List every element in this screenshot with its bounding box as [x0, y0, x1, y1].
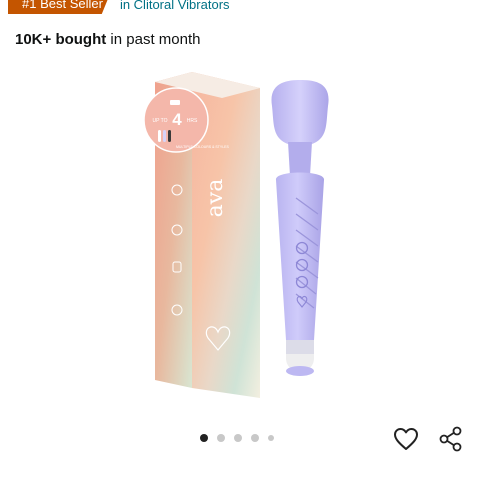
sticker-hours-unit: HRS	[187, 118, 198, 124]
heart-icon	[394, 428, 418, 450]
bought-count: 10K+ bought	[15, 31, 107, 48]
favorite-button[interactable]	[393, 426, 419, 452]
share-button[interactable]	[438, 426, 464, 452]
box-brand-text: ava	[203, 179, 228, 218]
sticker-note: MULTIPLE COLOURS & STYLES	[176, 145, 230, 149]
bought-period: in past month	[106, 31, 201, 48]
best-seller-badge: #1 Best Seller	[8, 0, 110, 14]
carousel-dot[interactable]	[234, 434, 242, 442]
image-carousel-dots	[200, 434, 274, 442]
best-seller-category-link[interactable]: in Clitoral Vibrators	[120, 0, 230, 12]
share-icon	[439, 426, 462, 452]
sticker-up-to: UP TO	[152, 118, 167, 124]
carousel-dot[interactable]	[200, 434, 208, 442]
bought-in-past-month: 10K+ bought in past month	[15, 31, 200, 48]
best-seller-row: #1 Best Seller in Clitoral Vibrators	[0, 0, 230, 14]
product-image[interactable]: ava UP TO 4 HRS MULTIPLE COLOURS & STYLE…	[100, 58, 400, 398]
sticker-hours-value: 4	[172, 110, 182, 129]
carousel-dot[interactable]	[217, 434, 225, 442]
carousel-dot[interactable]	[251, 434, 259, 442]
carousel-dot[interactable]	[268, 435, 274, 441]
